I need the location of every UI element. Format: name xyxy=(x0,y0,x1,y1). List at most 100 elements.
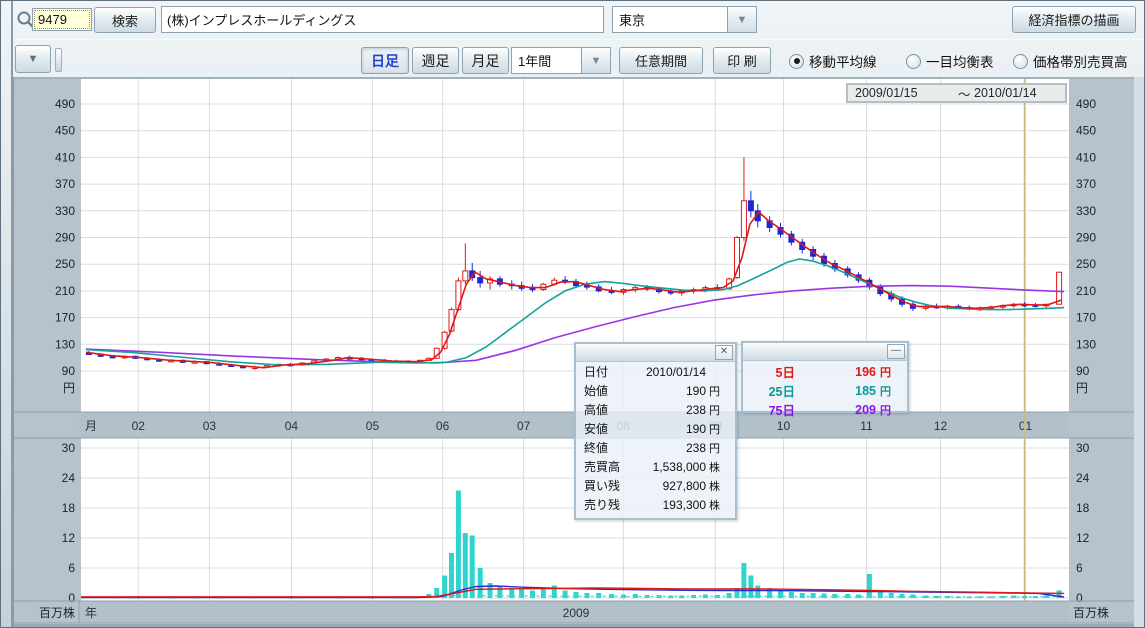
svg-text:12: 12 xyxy=(62,531,76,545)
svg-text:年: 年 xyxy=(85,606,97,620)
svg-text:02: 02 xyxy=(132,419,146,433)
range-select-value: 1年間 xyxy=(512,48,581,73)
range-select[interactable]: 1年間 ▼ xyxy=(511,47,611,74)
exchange-select-value: 東京 xyxy=(613,7,727,32)
info-row: 買い残927,800株 xyxy=(576,476,735,495)
radio-ichimoku[interactable]: 一目均衡表 xyxy=(906,51,994,71)
exchange-select[interactable]: 東京 ▼ xyxy=(612,6,757,33)
info-row: 安値190円 xyxy=(576,419,735,438)
svg-text:24: 24 xyxy=(62,471,76,485)
custom-period-button[interactable]: 任意期間 xyxy=(619,47,703,74)
svg-text:410: 410 xyxy=(1076,150,1096,164)
legend-row: 5日196円 xyxy=(743,361,907,380)
svg-text:330: 330 xyxy=(55,204,75,218)
svg-text:90: 90 xyxy=(62,364,76,378)
close-icon[interactable]: ✕ xyxy=(715,345,733,360)
svg-text:450: 450 xyxy=(1076,124,1096,138)
svg-text:490: 490 xyxy=(55,97,75,111)
chevron-down-icon[interactable]: ▼ xyxy=(727,7,756,32)
info-row: 始値190円 xyxy=(576,381,735,400)
legend-panel-titlebar[interactable]: — xyxy=(743,343,907,361)
svg-text:130: 130 xyxy=(55,337,75,351)
radio-dot-icon xyxy=(789,54,804,69)
svg-text:30: 30 xyxy=(1076,441,1090,455)
svg-text:450: 450 xyxy=(55,124,75,138)
svg-text:0: 0 xyxy=(1076,591,1083,605)
svg-text:06: 06 xyxy=(436,419,450,433)
tab-weekly[interactable]: 週足 xyxy=(412,47,459,74)
range-end-date: 2010/01/14 xyxy=(974,86,1037,100)
svg-text:円: 円 xyxy=(63,381,75,395)
svg-text:12: 12 xyxy=(1076,531,1090,545)
svg-text:330: 330 xyxy=(1076,204,1096,218)
radio-label: 価格帯別売買高 xyxy=(1033,51,1128,71)
svg-text:370: 370 xyxy=(55,177,75,191)
radio-volume-by-price[interactable]: 価格帯別売買高 xyxy=(1013,51,1128,71)
svg-text:04: 04 xyxy=(285,419,299,433)
stock-name-input[interactable] xyxy=(161,6,604,33)
svg-text:290: 290 xyxy=(1076,231,1096,245)
svg-text:6: 6 xyxy=(68,561,75,575)
svg-text:170: 170 xyxy=(1076,311,1096,325)
range-start-date: 2009/01/15 xyxy=(848,86,958,100)
print-button[interactable]: 印 刷 xyxy=(713,47,771,74)
toolbar-row-1: 検索 東京 ▼ 経済指標の描画 xyxy=(13,1,1145,39)
svg-text:170: 170 xyxy=(55,311,75,325)
range-separator: ～ xyxy=(958,84,971,103)
info-row: 売り残193,300株 xyxy=(576,495,735,514)
chart-area: 490 490 450 450 410 410 370 370 330 330 290 290 250 2… xyxy=(1,77,1145,628)
svg-text:07: 07 xyxy=(517,419,531,433)
radio-moving-average[interactable]: 移動平均線 xyxy=(789,51,877,71)
price-volume-chart[interactable]: 490 490 450 450 410 410 370 370 330 330 290 290 250 2… xyxy=(1,77,1145,628)
svg-text:18: 18 xyxy=(1076,501,1090,515)
panel-collapse-button[interactable]: ▼ xyxy=(15,45,51,73)
svg-text:01: 01 xyxy=(1019,419,1033,433)
stock-code-input[interactable] xyxy=(32,8,92,31)
chevron-down-icon[interactable]: ▼ xyxy=(581,48,610,73)
svg-text:11: 11 xyxy=(860,419,873,433)
stock-chart-window: 検索 東京 ▼ 経済指標の描画 ▼ 日足 週足 月足 1年間 ▼ 任意期間 印 … xyxy=(0,0,1145,628)
svg-text:410: 410 xyxy=(55,150,75,164)
svg-text:6: 6 xyxy=(1076,561,1083,575)
svg-text:210: 210 xyxy=(55,284,75,298)
radio-dot-icon xyxy=(906,54,921,69)
svg-text:370: 370 xyxy=(1076,177,1096,191)
svg-text:0: 0 xyxy=(68,591,75,605)
search-button[interactable]: 検索 xyxy=(94,7,156,33)
info-panel-titlebar[interactable]: ✕ xyxy=(576,344,735,362)
svg-text:290: 290 xyxy=(55,231,75,245)
ma-legend-panel: — 5日196円 25日185円 75日209円 xyxy=(741,341,909,413)
svg-text:03: 03 xyxy=(203,419,217,433)
svg-text:250: 250 xyxy=(55,257,75,271)
info-row: 高値238円 xyxy=(576,400,735,419)
tab-daily[interactable]: 日足 xyxy=(361,47,409,74)
radio-dot-icon xyxy=(1013,54,1028,69)
svg-text:12: 12 xyxy=(934,419,948,433)
svg-text:18: 18 xyxy=(62,501,76,515)
radio-label: 一目均衡表 xyxy=(926,51,994,71)
info-row: 終値238円 xyxy=(576,438,735,457)
svg-text:130: 130 xyxy=(1076,337,1096,351)
toolbar-row-2: ▼ 日足 週足 月足 1年間 ▼ 任意期間 印 刷 移動平均線 一目均衡表 価格… xyxy=(13,39,1145,78)
svg-text:百万株: 百万株 xyxy=(1073,605,1109,620)
info-row: 売買高1,538,000株 xyxy=(576,457,735,476)
minimize-icon[interactable]: — xyxy=(887,344,905,359)
svg-text:月: 月 xyxy=(85,419,97,433)
svg-text:百万株: 百万株 xyxy=(39,605,75,620)
svg-text:30: 30 xyxy=(62,441,76,455)
svg-text:490: 490 xyxy=(1076,97,1096,111)
date-range-box: 2009/01/15 ～ 2010/01/14 xyxy=(846,83,1067,103)
economic-indicator-button[interactable]: 経済指標の描画 xyxy=(1012,6,1136,33)
svg-text:210: 210 xyxy=(1076,284,1096,298)
ohlc-info-panel: ✕ 日付2010/01/14 始値190円 高値238円 安値190円 終値23… xyxy=(574,342,737,520)
svg-text:2009: 2009 xyxy=(563,606,590,620)
svg-text:05: 05 xyxy=(366,419,380,433)
svg-text:10: 10 xyxy=(777,419,791,433)
svg-text:90: 90 xyxy=(1076,364,1090,378)
svg-text:24: 24 xyxy=(1076,471,1090,485)
svg-text:円: 円 xyxy=(1076,381,1088,395)
radio-label: 移動平均線 xyxy=(809,51,877,71)
toolbar-grip xyxy=(55,48,62,72)
tab-monthly[interactable]: 月足 xyxy=(462,47,509,74)
legend-row: 25日185円 xyxy=(743,380,907,399)
